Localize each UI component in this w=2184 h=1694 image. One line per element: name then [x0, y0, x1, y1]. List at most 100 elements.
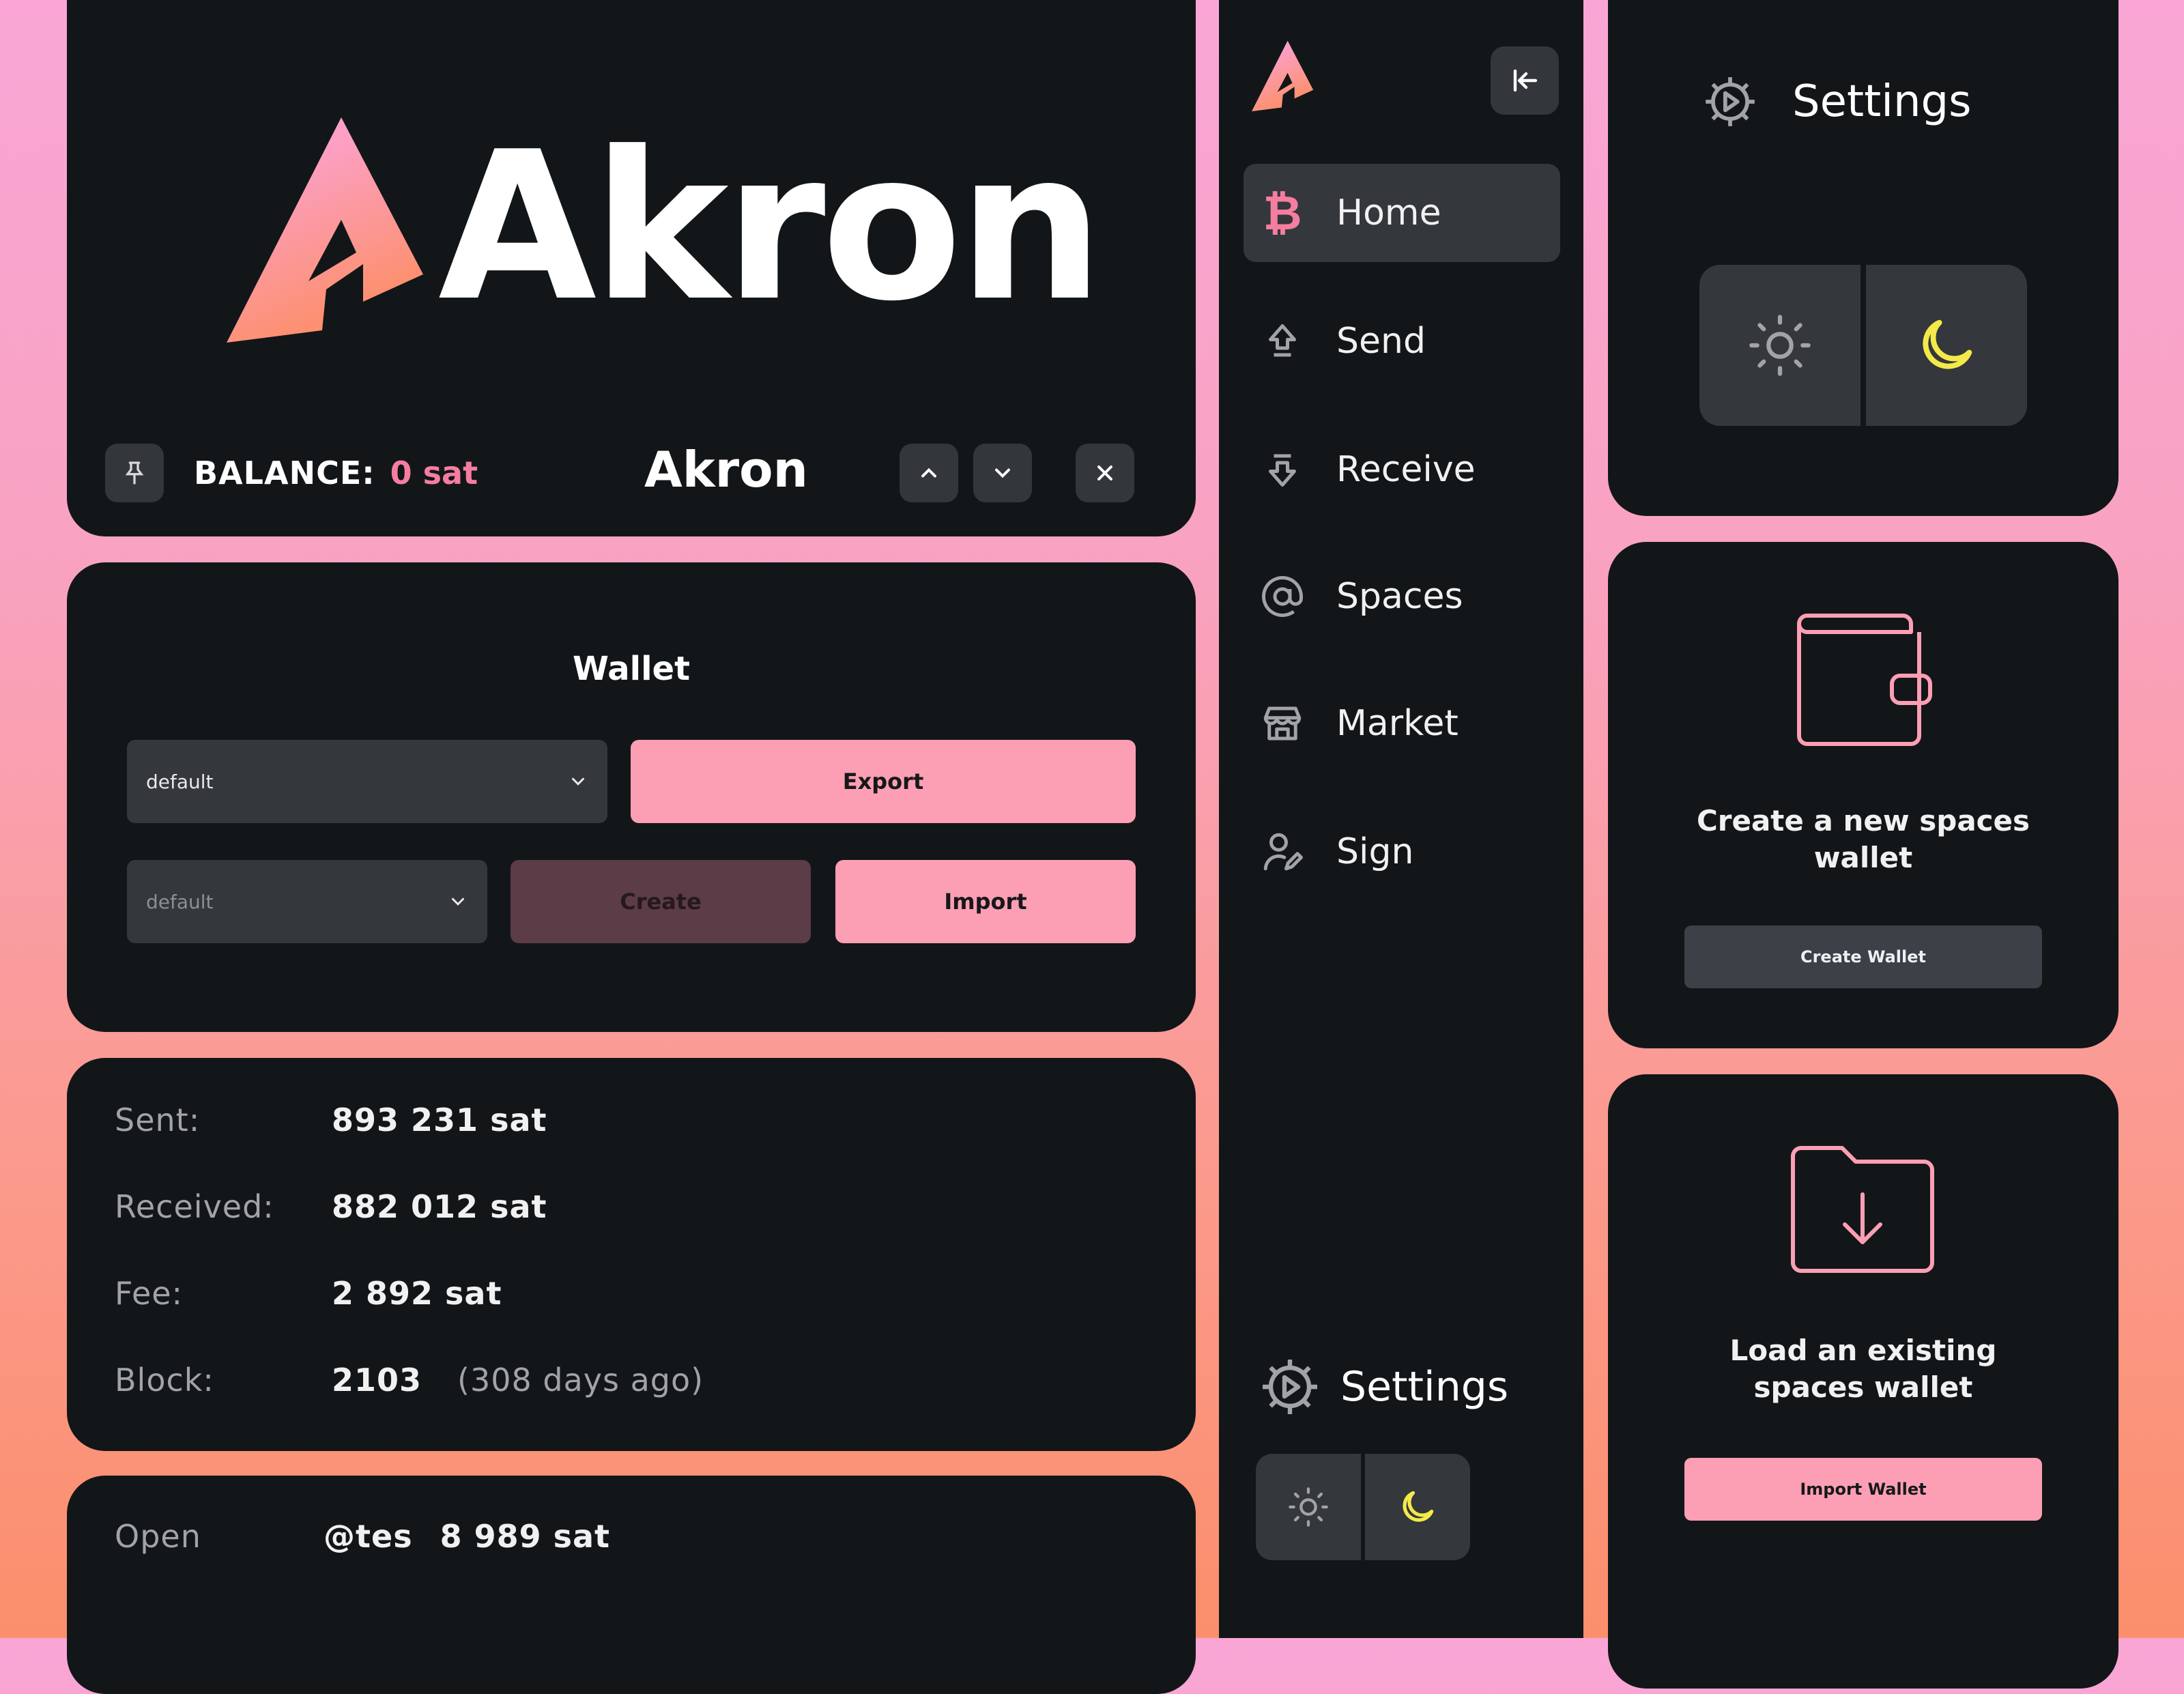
- stat-row-sent: Sent: 893 231 sat: [115, 1102, 547, 1138]
- brand-wordmark: Akron: [438, 107, 1104, 346]
- bitcoin-icon: ₿: [1263, 185, 1302, 241]
- wallet-card: Wallet default Export default Create Imp…: [67, 562, 1196, 1032]
- stat-value: 882 012 sat: [332, 1188, 547, 1225]
- chevron-up-icon: [921, 468, 936, 478]
- sidebar-item-home[interactable]: ₿ Home: [1244, 164, 1560, 262]
- user-sign-icon: [1260, 829, 1305, 874]
- balance-value: 0 sat: [390, 455, 478, 491]
- create-wallet-text-line1: Create a new spaces: [1696, 804, 2030, 837]
- brand-logo: Akron: [227, 108, 1104, 349]
- folder-icon-wrap: [1608, 1143, 2118, 1279]
- sidebar-item-label: Receive: [1336, 449, 1476, 490]
- stat-label: Block:: [115, 1362, 214, 1398]
- collapse-sidebar-button[interactable]: [1491, 46, 1559, 115]
- import-wallet-text-line1: Load an existing: [1729, 1334, 1997, 1367]
- chevron-down-icon: [572, 777, 584, 786]
- import-button[interactable]: Import: [835, 860, 1136, 943]
- stat-row-fee: Fee: 2 892 sat: [115, 1275, 502, 1312]
- wallet-select-value: default: [146, 770, 214, 793]
- stat-row-received: Received: 882 012 sat: [115, 1188, 547, 1225]
- settings-gear-icon: [1706, 77, 1755, 126]
- secondary-wallet-select[interactable]: default: [127, 860, 487, 943]
- sidebar-item-send[interactable]: Send: [1244, 292, 1560, 390]
- moon-icon: [1403, 1491, 1434, 1522]
- stat-value: 2103: [332, 1362, 422, 1398]
- create-wallet-text: Create a new spaces wallet: [1608, 803, 2118, 876]
- stat-value: 2 892 sat: [332, 1275, 502, 1312]
- sidebar-settings-label: Settings: [1340, 1363, 1509, 1411]
- wallet-icon: [1797, 614, 1932, 746]
- wallet-title: Wallet: [572, 650, 691, 688]
- sidebar: ₿ Home Send Receive Spaces Market Sign S…: [1219, 0, 1583, 1638]
- import-wallet-text: Load an existing spaces wallet: [1608, 1332, 2118, 1406]
- sidebar-item-sign[interactable]: Sign: [1244, 803, 1560, 901]
- create-wallet-button[interactable]: Create Wallet: [1684, 925, 2042, 988]
- secondary-select-value: default: [146, 890, 214, 913]
- moon-icon: [1923, 319, 1972, 369]
- import-wallet-button[interactable]: Import Wallet: [1684, 1458, 2042, 1521]
- chevron-down-icon: [995, 468, 1010, 478]
- open-space-card: Open @tes 8 989 sat: [67, 1476, 1196, 1694]
- settings-gear-icon: [1263, 1360, 1317, 1414]
- open-row: Open @tes 8 989 sat: [115, 1518, 610, 1555]
- stat-value: 893 231 sat: [332, 1102, 547, 1138]
- sidebar-item-label: Send: [1336, 321, 1426, 362]
- header-card: Akron BALANCE: 0 sat Akron: [67, 0, 1196, 536]
- transaction-stats-card: Sent: 893 231 sat Received: 882 012 sat …: [67, 1058, 1196, 1451]
- dark-theme-button[interactable]: [1866, 265, 2027, 426]
- move-up-button[interactable]: [900, 444, 958, 502]
- toggle-divider: [1860, 265, 1866, 426]
- folder-download-icon: [1791, 1146, 1934, 1273]
- send-arrow-icon: [1260, 319, 1305, 364]
- space-value: 8 989 sat: [440, 1518, 611, 1555]
- close-icon: [1097, 465, 1112, 480]
- pin-icon: [125, 461, 144, 485]
- sidebar-item-market[interactable]: Market: [1244, 674, 1560, 773]
- sidebar-item-label: Sign: [1336, 831, 1414, 872]
- wallet-icon-wrap: [1608, 610, 2118, 753]
- akron-logo-icon: [1252, 40, 1314, 112]
- create-wallet-card: Create a new spaces wallet Create Wallet: [1608, 542, 2118, 1048]
- stat-row-block: Block: 2103 (308 days ago): [115, 1362, 704, 1398]
- sidebar-item-receive[interactable]: Receive: [1244, 420, 1560, 519]
- sidebar-settings-link[interactable]: Settings: [1257, 1354, 1508, 1420]
- wallet-select[interactable]: default: [127, 740, 607, 823]
- settings-header: Settings: [1701, 72, 1972, 131]
- balance-label: BALANCE:: [194, 455, 375, 491]
- stat-label: Sent:: [115, 1102, 201, 1138]
- sidebar-item-label: Market: [1336, 703, 1459, 744]
- pin-button[interactable]: [105, 444, 164, 502]
- theme-toggle: [1256, 1454, 1470, 1560]
- light-theme-button[interactable]: [1699, 265, 1860, 426]
- sidebar-item-label: Spaces: [1336, 576, 1463, 617]
- receive-arrow-icon: [1260, 447, 1305, 492]
- sidebar-item-spaces[interactable]: Spaces: [1244, 547, 1560, 646]
- space-handle[interactable]: @tes: [324, 1518, 413, 1555]
- create-button[interactable]: Create: [511, 860, 811, 943]
- export-button[interactable]: Export: [631, 740, 1136, 823]
- settings-title: Settings: [1792, 76, 1972, 127]
- store-icon: [1260, 701, 1305, 746]
- settings-card: Settings: [1608, 0, 2118, 516]
- move-down-button[interactable]: [973, 444, 1032, 502]
- theme-toggle: [1699, 265, 2027, 426]
- close-button[interactable]: [1076, 444, 1134, 502]
- window-title: Akron: [644, 441, 808, 498]
- sun-icon: [1749, 315, 1811, 376]
- import-wallet-card: Load an existing spaces wallet Import Wa…: [1608, 1074, 2118, 1689]
- stat-label: Received:: [115, 1188, 274, 1225]
- block-age: (308 days ago): [457, 1362, 704, 1398]
- dark-theme-button[interactable]: [1365, 1454, 1470, 1560]
- stat-label: Fee:: [115, 1275, 184, 1312]
- sun-icon: [1289, 1487, 1328, 1527]
- light-theme-button[interactable]: [1256, 1454, 1361, 1560]
- sidebar-item-label: Home: [1336, 192, 1441, 233]
- top-bar: BALANCE: 0 sat Akron: [105, 441, 1134, 504]
- collapse-left-icon: [1513, 69, 1538, 92]
- akron-logo-icon: [227, 117, 423, 343]
- open-label: Open: [115, 1518, 201, 1555]
- import-wallet-text-line2: spaces wallet: [1753, 1370, 1973, 1404]
- create-wallet-text-line2: wallet: [1813, 841, 1913, 874]
- at-icon: [1260, 574, 1305, 619]
- chevron-down-icon: [452, 898, 464, 906]
